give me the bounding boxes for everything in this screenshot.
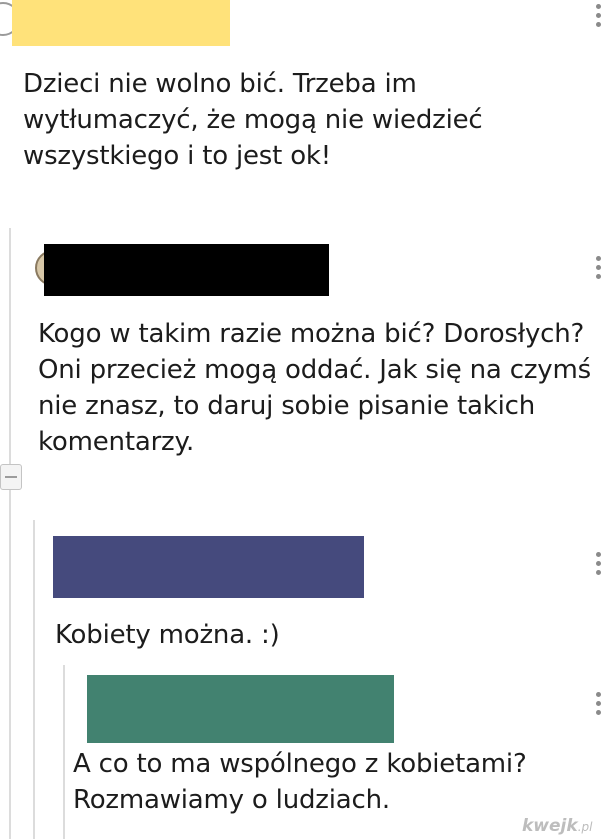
watermark-brand: kwejk [522, 816, 578, 836]
thread-line [33, 520, 35, 839]
collapse-thread-icon[interactable] [0, 464, 22, 490]
more-options-icon[interactable] [594, 692, 602, 715]
more-options-icon[interactable] [594, 256, 602, 279]
author-name-redaction [12, 0, 230, 46]
more-options-icon[interactable] [594, 4, 602, 27]
author-name-redaction [44, 244, 329, 296]
comment-text: Kobiety można. :) [55, 620, 280, 650]
watermark-suffix: .pl [577, 820, 593, 834]
comment-text: Kogo w takim razie można bić? Dorosłych?… [38, 319, 591, 457]
author-name-redaction [87, 675, 394, 743]
author-name-redaction [53, 536, 364, 598]
comment-text: A co to ma wspólnego z kobietami? Rozmaw… [73, 749, 527, 815]
comment-text: Dzieci nie wolno bić. Trzeba im wytłumac… [23, 69, 483, 171]
watermark-logo: kwejk.pl [522, 816, 592, 836]
thread-line [9, 228, 11, 839]
thread-line [63, 665, 65, 839]
more-options-icon[interactable] [594, 552, 602, 575]
